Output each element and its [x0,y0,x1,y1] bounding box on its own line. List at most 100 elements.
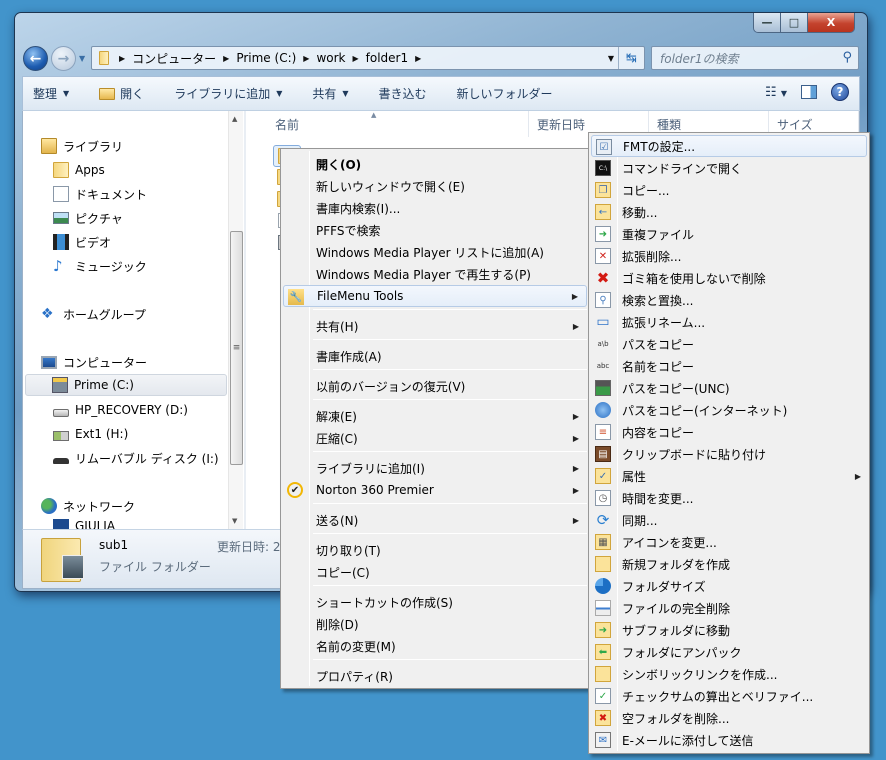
context-menu-item[interactable]: Windows Media Player リストに追加(A) [283,241,587,263]
submenu-item[interactable]: 新規フォルダを作成 [591,553,867,575]
forward-button[interactable]: → [51,46,76,71]
scrollbar-thumb[interactable]: ≡ [230,231,243,465]
submenu-item[interactable]: シンボリックリンクを作成... [591,663,867,685]
context-menu-item[interactable]: 共有(H) ▶ [283,315,587,337]
nav-network[interactable]: ネットワーク [41,495,135,517]
nav-drive-i[interactable]: リムーバブル ディスク (I:) [53,447,219,469]
context-menu-item[interactable]: 削除(D) [283,613,587,635]
submenu-item[interactable]: ← 移動... [591,201,867,223]
breadcrumb-separator[interactable]: ▶ [353,54,359,63]
search-icon[interactable]: ⚲ [842,50,852,65]
nav-lib-documents[interactable]: ドキュメント [53,183,147,205]
minimize-button[interactable]: — [754,13,781,32]
add-to-library-button[interactable]: ライブラリに追加 ▼ [174,85,282,102]
search-input[interactable]: folder1の検索 ⚲ [651,46,859,70]
submenu-item[interactable]: ☑ FMTの設定... [591,135,867,157]
submenu-item[interactable]: abc 名前をコピー [591,355,867,377]
context-menu-item[interactable]: 圧縮(C) ▶ [283,427,587,449]
email-icon: ✉ [595,732,611,748]
share-button[interactable]: 共有 ▼ [312,85,348,102]
context-menu-item[interactable]: ショートカットの作成(S) [283,591,587,613]
submenu-item[interactable]: ✓ チェックサムの算出とベリファイ... [591,685,867,707]
context-menu-item[interactable]: 開く(O) [283,153,587,175]
breadcrumb-drive[interactable]: Prime (C:) [236,51,296,65]
submenu-item[interactable]: ✉ E-メールに添付して送信 [591,729,867,751]
context-menu-item[interactable]: 新しいウィンドウで開く(E) [283,175,587,197]
context-menu-item[interactable]: 以前のバージョンの復元(V) [283,375,587,397]
submenu-item[interactable]: パスをコピー(UNC) [591,377,867,399]
submenu-item[interactable]: ✖ 空フォルダを削除... [591,707,867,729]
copy-name-icon: abc [596,362,610,370]
submenu-item[interactable]: ◷ 時間を変更... [591,487,867,509]
scroll-down-icon[interactable]: ▼ [232,517,237,525]
context-menu-item[interactable]: 🔧 FileMenu Tools ▶ [283,285,587,307]
nav-drive-c[interactable]: Prime (C:) [25,374,227,396]
context-menu-item[interactable]: 送る(N) ▶ [283,509,587,531]
context-menu-item[interactable]: 名前の変更(M) [283,635,587,657]
menu-item-label: 以前のバージョンの復元(V) [316,379,466,394]
submenu-item[interactable]: ✕ 拡張削除... [591,245,867,267]
submenu-item[interactable]: ⟳ 同期... [591,509,867,531]
submenu-item[interactable]: a\b パスをコピー [591,333,867,355]
context-menu-item[interactable]: 切り取り(T) [283,539,587,561]
submenu-item[interactable]: ▦ アイコンを変更... [591,531,867,553]
submenu-item[interactable]: パスをコピー(インターネット) [591,399,867,421]
help-icon[interactable]: ? [831,83,849,101]
submenu-item[interactable]: フォルダサイズ [591,575,867,597]
submenu-item[interactable]: C:\ コマンドラインで開く [591,157,867,179]
context-menu-item[interactable]: 解凍(E) ▶ [283,405,587,427]
context-menu-item[interactable]: 書庫内検索(I)... [283,197,587,219]
breadcrumb-work[interactable]: work [316,51,345,65]
submenu-item[interactable]: ⬅ フォルダにアンパック [591,641,867,663]
submenu-item[interactable]: ▭ 拡張リネーム... [591,311,867,333]
nav-lib-apps[interactable]: Apps [53,159,105,181]
nav-lib-pictures[interactable]: ピクチャ [53,207,123,229]
submenu-item[interactable]: ▤ クリップボードに貼り付け [591,443,867,465]
submenu-item[interactable]: ファイルの完全削除 [591,597,867,619]
breadcrumb-folder1[interactable]: folder1 [366,51,408,65]
submenu-item[interactable]: ✓ 属性 ▶ [591,465,867,487]
nav-lib-music[interactable]: ♪ ミュージック [53,255,147,277]
submenu-item[interactable]: ➜ サブフォルダに移動 [591,619,867,641]
breadcrumb-computer[interactable]: コンピューター [132,50,216,67]
nav-lib-videos[interactable]: ビデオ [53,231,111,253]
new-folder-button[interactable]: 新しいフォルダー [457,85,553,102]
submenu-item[interactable]: ⚲ 検索と置換... [591,289,867,311]
context-menu-item[interactable]: 書庫作成(A) [283,345,587,367]
context-menu-item[interactable]: プロパティ(R) [283,665,587,687]
submenu-item[interactable]: ≡ 内容をコピー [591,421,867,443]
submenu-item[interactable]: ✖ ゴミ箱を使用しないで削除 [591,267,867,289]
back-button[interactable]: ← [23,46,48,71]
breadcrumb-separator[interactable]: ▶ [119,54,125,63]
open-button[interactable]: 開く [99,85,144,102]
maximize-button[interactable]: □ [781,13,808,32]
breadcrumb-separator[interactable]: ▶ [415,54,421,63]
context-menu-item[interactable]: コピー(C) [283,561,587,583]
pane-divider[interactable] [244,111,246,529]
burn-button[interactable]: 書き込む [379,85,427,102]
refresh-button[interactable]: ↹ [618,47,644,69]
breadcrumb-separator[interactable]: ▶ [303,54,309,63]
recent-pages-dropdown[interactable]: ▼ [79,54,85,63]
nav-computer[interactable]: コンピューター [41,351,147,373]
context-menu-item[interactable]: ライブラリに追加(I) ▶ [283,457,587,479]
submenu-item[interactable]: ➜ 重複ファイル [591,223,867,245]
nav-drive-h[interactable]: Ext1 (H:) [53,423,128,445]
context-menu-item[interactable]: PFFSで検索 [283,219,587,241]
column-header-name[interactable]: 名前 [267,111,529,137]
close-button[interactable]: X [808,13,854,32]
address-bar[interactable]: ▶ コンピューター ▶ Prime (C:) ▶ work ▶ folder1 … [91,46,645,70]
preview-pane-icon[interactable] [801,85,817,99]
nav-homegroup[interactable]: ❖ ホームグループ [41,303,146,325]
nav-libraries[interactable]: ライブラリ [41,135,123,157]
organize-button[interactable]: 整理 ▼ [33,85,69,102]
submenu-item[interactable]: ❐ コピー... [591,179,867,201]
address-dropdown-icon[interactable]: ▼ [608,54,614,63]
view-options-icon[interactable]: ☷ ▼ [765,85,787,100]
nav-pane-scrollbar[interactable]: ▲ ≡ ▼ [228,111,243,529]
context-menu-item[interactable]: ✔ Norton 360 Premier ▶ [283,479,587,501]
scroll-up-icon[interactable]: ▲ [232,115,237,123]
nav-drive-d[interactable]: HP_RECOVERY (D:) [53,399,188,421]
context-menu-item[interactable]: Windows Media Player で再生する(P) [283,263,587,285]
breadcrumb-separator[interactable]: ▶ [223,54,229,63]
